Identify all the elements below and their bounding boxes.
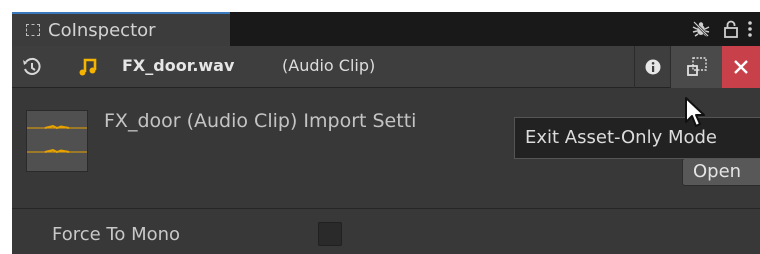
force-to-mono-checkbox[interactable] (318, 222, 342, 246)
debug-bug-icon[interactable] (692, 20, 710, 38)
import-settings-title: FX_door (Audio Clip) Import Setti (104, 110, 417, 132)
inspector-window: CoInspector FX_door.wav (Audio Clip) FX_… (12, 12, 760, 254)
force-to-mono-label: Force To Mono (52, 224, 181, 245)
lock-icon[interactable] (724, 20, 738, 38)
tab-bar: CoInspector (12, 12, 760, 46)
tooltip: Exit Asset-Only Mode (514, 117, 760, 159)
mouse-cursor (684, 96, 710, 132)
info-icon (645, 59, 661, 75)
exit-asset-only-mode-button[interactable] (670, 46, 722, 88)
tab-label: CoInspector (48, 19, 156, 41)
kebab-menu-icon[interactable] (748, 21, 752, 37)
audio-clip-icon (78, 57, 98, 77)
open-button[interactable]: Open (682, 158, 760, 186)
section-divider (12, 208, 760, 209)
asset-header: FX_door.wav (Audio Clip) (12, 46, 760, 88)
inspector-icon (26, 24, 40, 36)
tab-coinspector[interactable]: CoInspector (12, 12, 230, 46)
info-button[interactable] (634, 46, 670, 88)
history-icon[interactable] (22, 57, 42, 77)
waveform-thumbnail (26, 110, 88, 172)
asset-only-mode-icon (686, 57, 708, 77)
asset-file-name: FX_door.wav (122, 56, 235, 75)
close-icon (733, 59, 749, 75)
asset-type-label: (Audio Clip) (282, 56, 376, 75)
close-button[interactable] (722, 46, 760, 88)
